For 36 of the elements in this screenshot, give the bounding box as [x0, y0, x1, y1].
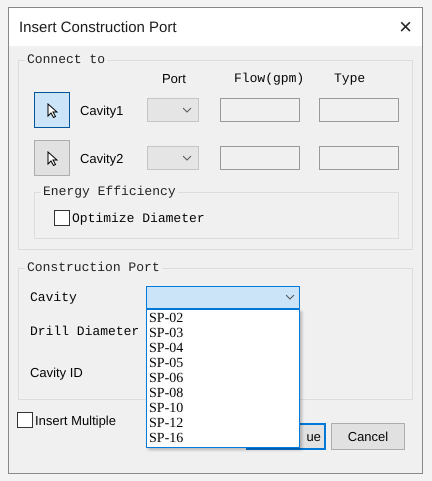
dropdown-option[interactable]: SP-12 — [147, 416, 299, 430]
pick-cavity-button[interactable] — [34, 140, 70, 176]
dropdown-option[interactable]: SP-02 — [147, 310, 299, 326]
caret-icon — [182, 155, 192, 161]
dropdown-option[interactable]: SP-04 — [147, 340, 299, 356]
cursor-arrow-icon — [46, 102, 58, 118]
window-title: Insert Construction Port — [19, 18, 177, 36]
dropdown-option[interactable]: SP-16 — [147, 430, 299, 446]
close-button[interactable]: × — [399, 14, 412, 40]
caret-icon — [182, 107, 192, 113]
column-header: Type — [334, 70, 366, 86]
column-header: Flow(gpm) — [234, 70, 306, 86]
dropdown-option[interactable]: SP-06 — [147, 370, 299, 386]
cavity-label: Cavity1 — [80, 102, 124, 118]
port-dropdown[interactable] — [147, 98, 199, 122]
dropdown-option[interactable]: SP-03 — [147, 326, 299, 340]
dropdown-option[interactable]: SP-08 — [147, 386, 299, 400]
field-label: Cavity — [30, 290, 78, 304]
flow-field[interactable] — [220, 146, 300, 170]
flow-field[interactable] — [220, 98, 300, 122]
field-label: Drill Diameter — [30, 324, 140, 339]
cursor-arrow-icon — [46, 150, 58, 166]
insert-multiple-checkbox[interactable]: Insert Multiple — [17, 412, 116, 428]
pick-cavity-button[interactable] — [34, 92, 70, 128]
field-label: Cavity ID — [30, 365, 84, 380]
cancel-button[interactable]: Cancel — [330, 423, 405, 450]
dropdown-option[interactable]: SP-10 — [147, 400, 299, 416]
cavity-label: Cavity2 — [80, 150, 124, 166]
optimize-diameter-checkbox[interactable]: Optimize Diameter — [54, 210, 398, 226]
column-header: Port — [162, 70, 187, 86]
dropdown-option[interactable]: SP-05 — [147, 356, 299, 370]
type-field[interactable] — [319, 98, 399, 122]
group-legend: Energy Efficiency — [41, 184, 178, 199]
port-dropdown[interactable] — [147, 146, 199, 170]
caret-icon — [285, 294, 295, 300]
type-field[interactable] — [319, 146, 399, 170]
